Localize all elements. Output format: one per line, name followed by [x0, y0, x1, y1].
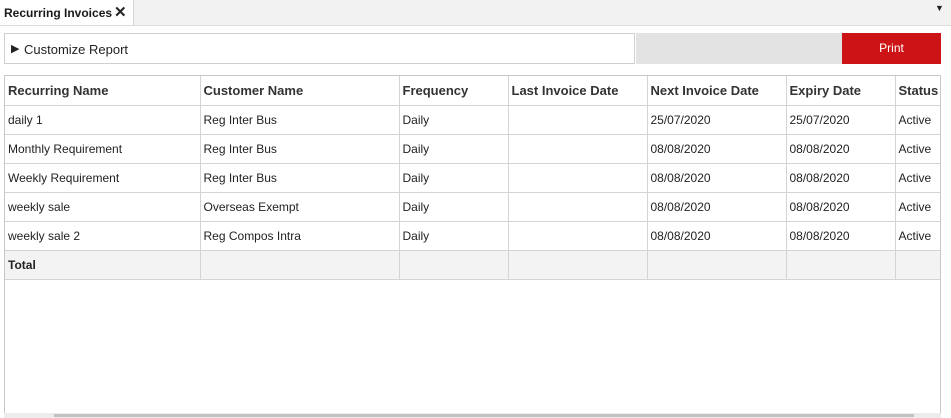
cell-customer-name: Reg Compos Intra: [200, 221, 400, 251]
cell-frequency: Daily: [399, 134, 509, 164]
cell-customer-name: Reg Inter Bus: [200, 163, 400, 193]
close-icon[interactable]: ✕: [114, 3, 127, 21]
cell-recurring-name: Monthly Requirement: [5, 134, 201, 164]
cell-frequency: Daily: [399, 192, 509, 222]
table-row[interactable]: Weekly Requirement Reg Inter Bus Daily 0…: [5, 163, 940, 193]
total-cell: [786, 250, 896, 280]
column-header-last-invoice-date[interactable]: Last Invoice Date: [508, 76, 648, 106]
cell-expiry-date: 25/07/2020: [786, 105, 896, 135]
column-header-next-invoice-date[interactable]: Next Invoice Date: [647, 76, 787, 106]
tab-bar: Recurring Invoices ✕ ▼: [0, 0, 951, 26]
cell-next-invoice-date: 08/08/2020: [647, 163, 787, 193]
total-cell: [895, 250, 940, 280]
total-cell: [508, 250, 648, 280]
cell-frequency: Daily: [399, 105, 509, 135]
report-grid: Recurring Name Customer Name Frequency L…: [4, 75, 941, 418]
cell-recurring-name: weekly sale: [5, 192, 201, 222]
cell-frequency: Daily: [399, 221, 509, 251]
cell-last-invoice-date: [508, 221, 648, 251]
print-button[interactable]: Print: [842, 33, 941, 64]
total-row: Total: [5, 250, 940, 280]
tab-recurring-invoices[interactable]: Recurring Invoices ✕: [0, 0, 134, 25]
cell-next-invoice-date: 08/08/2020: [647, 134, 787, 164]
cell-recurring-name: weekly sale 2: [5, 221, 201, 251]
cell-expiry-date: 08/08/2020: [786, 163, 896, 193]
customize-report-toggle[interactable]: ▶ Customize Report: [4, 33, 635, 64]
column-header-expiry-date[interactable]: Expiry Date: [786, 76, 896, 106]
cell-status: Active: [895, 192, 940, 222]
table-row[interactable]: weekly sale 2 Reg Compos Intra Daily 08/…: [5, 221, 940, 251]
cell-customer-name: Overseas Exempt: [200, 192, 400, 222]
recurring-invoices-table: Recurring Name Customer Name Frequency L…: [5, 76, 940, 280]
total-cell: [647, 250, 787, 280]
toolbar-spacer: [636, 33, 842, 64]
cell-next-invoice-date: 25/07/2020: [647, 105, 787, 135]
horizontal-scrollbar[interactable]: [4, 413, 941, 418]
column-header-customer-name[interactable]: Customer Name: [200, 76, 400, 106]
cell-last-invoice-date: [508, 105, 648, 135]
cell-expiry-date: 08/08/2020: [786, 221, 896, 251]
tab-title: Recurring Invoices: [4, 6, 113, 20]
expand-arrow-icon: ▶: [11, 43, 20, 55]
column-header-status[interactable]: Status: [895, 76, 940, 106]
cell-expiry-date: 08/08/2020: [786, 134, 896, 164]
cell-frequency: Daily: [399, 163, 509, 193]
cell-customer-name: Reg Inter Bus: [200, 105, 400, 135]
column-header-recurring-name[interactable]: Recurring Name: [5, 76, 201, 106]
cell-status: Active: [895, 105, 940, 135]
column-header-frequency[interactable]: Frequency: [399, 76, 509, 106]
cell-next-invoice-date: 08/08/2020: [647, 221, 787, 251]
cell-recurring-name: daily 1: [5, 105, 201, 135]
cell-last-invoice-date: [508, 163, 648, 193]
table-row[interactable]: Monthly Requirement Reg Inter Bus Daily …: [5, 134, 940, 164]
cell-last-invoice-date: [508, 192, 648, 222]
cell-status: Active: [895, 163, 940, 193]
total-label: Total: [5, 250, 201, 280]
chevron-down-icon[interactable]: ▼: [935, 3, 944, 13]
cell-last-invoice-date: [508, 134, 648, 164]
cell-status: Active: [895, 221, 940, 251]
table-row[interactable]: weekly sale Overseas Exempt Daily 08/08/…: [5, 192, 940, 222]
cell-recurring-name: Weekly Requirement: [5, 163, 201, 193]
cell-next-invoice-date: 08/08/2020: [647, 192, 787, 222]
customize-report-label: Customize Report: [24, 42, 129, 57]
table-row[interactable]: daily 1 Reg Inter Bus Daily 25/07/2020 2…: [5, 105, 940, 135]
cell-customer-name: Reg Inter Bus: [200, 134, 400, 164]
scrollbar-thumb[interactable]: [54, 414, 914, 417]
cell-status: Active: [895, 134, 940, 164]
cell-expiry-date: 08/08/2020: [786, 192, 896, 222]
total-cell: [399, 250, 509, 280]
header-row: Recurring Name Customer Name Frequency L…: [5, 76, 940, 106]
total-cell: [200, 250, 400, 280]
